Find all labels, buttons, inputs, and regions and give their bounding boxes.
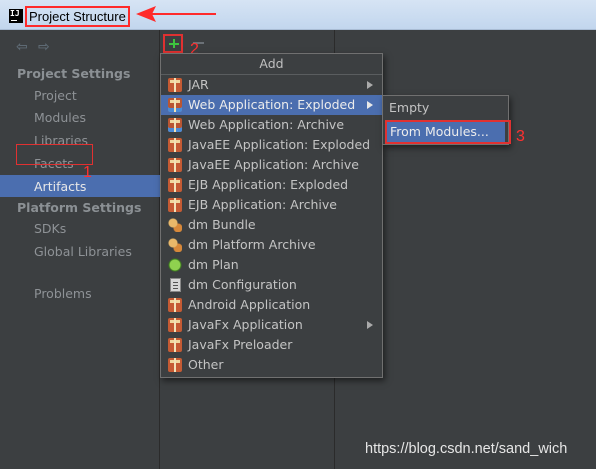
- menu-item-javaee-exploded[interactable]: JavaEE Application: Exploded: [161, 135, 382, 155]
- submenu-arrow-icon: [367, 101, 373, 109]
- annotation-box-title: [25, 6, 130, 27]
- intellij-icon: IJ: [9, 9, 23, 23]
- menu-item-jar[interactable]: JAR: [161, 75, 382, 95]
- config-icon: [170, 278, 181, 292]
- menu-item-ejb-archive[interactable]: EJB Application: Archive: [161, 195, 382, 215]
- jar-icon: [168, 138, 182, 152]
- menu-item-label: Web Application: Exploded: [188, 97, 356, 112]
- jar-icon: [168, 318, 182, 332]
- menu-item-label: JavaEE Application: Archive: [188, 157, 359, 172]
- jar-icon: [168, 358, 182, 372]
- menu-item-label: JavaFx Application: [188, 317, 303, 332]
- menu-item-label: JAR: [188, 77, 209, 92]
- add-menu: Add JAR Web Application: Exploded Web Ap…: [160, 53, 383, 378]
- menu-item-dm-platform-archive[interactable]: dm Platform Archive: [161, 235, 382, 255]
- bundle-icon: [168, 218, 182, 232]
- sidebar-item-problems[interactable]: Problems: [34, 286, 92, 301]
- sidebar-item-artifacts-label: Artifacts: [34, 179, 87, 194]
- menu-item-label: JavaEE Application: Exploded: [188, 137, 371, 152]
- menu-item-web-app-exploded[interactable]: Web Application: Exploded: [161, 95, 382, 115]
- watermark-text: https://blog.csdn.net/sand_wich: [365, 441, 568, 457]
- plan-icon: [168, 258, 182, 272]
- menu-item-label: JavaFx Preloader: [188, 337, 293, 352]
- back-arrow-icon[interactable]: ⇦: [16, 39, 28, 55]
- menu-item-dm-configuration[interactable]: dm Configuration: [161, 275, 382, 295]
- menu-item-javafx-preloader[interactable]: JavaFx Preloader: [161, 335, 382, 355]
- jar-icon: [168, 78, 182, 92]
- annotation-box-from-modules: [385, 120, 511, 144]
- sidebar-item-sdks[interactable]: SDKs: [34, 221, 66, 236]
- menu-item-label: Android Application: [188, 297, 311, 312]
- menu-item-web-app-archive[interactable]: Web Application: Archive: [161, 115, 382, 135]
- submenu-arrow-icon: [367, 321, 373, 329]
- menu-item-label: dm Platform Archive: [188, 237, 316, 252]
- jar-icon: [168, 178, 182, 192]
- submenu-arrow-icon: [367, 81, 373, 89]
- menu-item-javafx-application[interactable]: JavaFx Application: [161, 315, 382, 335]
- menu-item-dm-bundle[interactable]: dm Bundle: [161, 215, 382, 235]
- sidebar-item-artifacts[interactable]: Artifacts: [0, 175, 160, 197]
- plus-icon[interactable]: [163, 34, 183, 53]
- jar-icon: [168, 198, 182, 212]
- menu-item-label: Other: [188, 357, 224, 372]
- submenu-item-empty[interactable]: Empty: [383, 97, 508, 119]
- add-menu-header: Add: [161, 54, 382, 75]
- sidebar-item-project[interactable]: Project: [34, 88, 77, 103]
- bundle-icon: [168, 238, 182, 252]
- sidebar-item-global-libraries[interactable]: Global Libraries: [34, 244, 132, 259]
- annotation-number-1: 1: [83, 164, 92, 181]
- annotation-number-3: 3: [516, 128, 525, 145]
- annotation-arrow-icon: [136, 6, 216, 22]
- menu-item-label: dm Configuration: [188, 277, 297, 292]
- web-app-icon: [168, 98, 182, 112]
- jar-icon: [168, 298, 182, 312]
- menu-item-label: dm Bundle: [188, 217, 256, 232]
- menu-item-ejb-exploded[interactable]: EJB Application: Exploded: [161, 175, 382, 195]
- jar-icon: [168, 158, 182, 172]
- jar-icon: [168, 338, 182, 352]
- menu-item-other[interactable]: Other: [161, 355, 382, 375]
- settings-sidebar: ⇦ ⇨ Project Settings Project Modules Lib…: [0, 30, 160, 469]
- menu-item-label: EJB Application: Archive: [188, 197, 337, 212]
- menu-item-label: dm Plan: [188, 257, 239, 272]
- section-project-settings: Project Settings: [17, 66, 131, 81]
- annotation-box-artifacts: [16, 144, 93, 165]
- menu-item-dm-plan[interactable]: dm Plan: [161, 255, 382, 275]
- menu-item-android-application[interactable]: Android Application: [161, 295, 382, 315]
- menu-item-label: Web Application: Archive: [188, 117, 345, 132]
- web-app-icon: [168, 118, 182, 132]
- menu-item-label: EJB Application: Exploded: [188, 177, 349, 192]
- forward-arrow-icon[interactable]: ⇨: [38, 39, 50, 55]
- section-platform-settings: Platform Settings: [17, 200, 142, 215]
- menu-item-javaee-archive[interactable]: JavaEE Application: Archive: [161, 155, 382, 175]
- sidebar-item-modules[interactable]: Modules: [34, 110, 86, 125]
